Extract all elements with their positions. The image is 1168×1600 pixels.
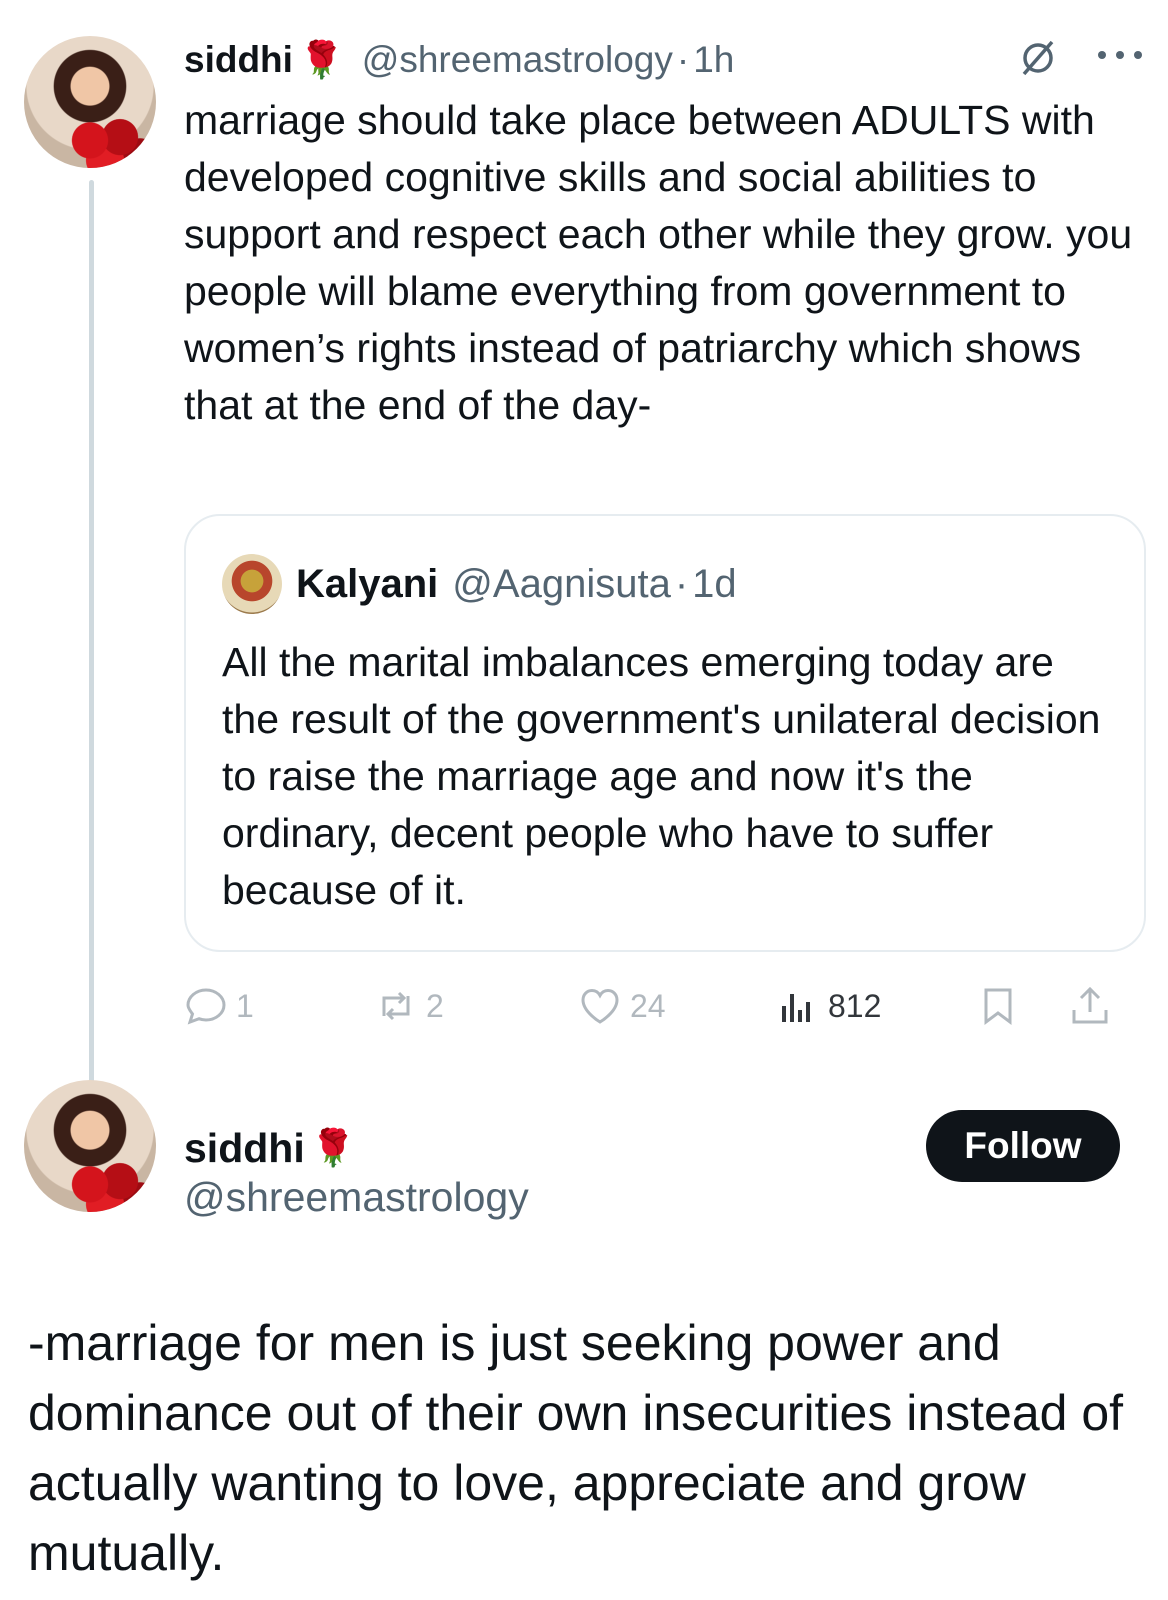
avatar-roses [60,1158,156,1212]
reply-count: 1 [236,987,254,1024]
quoted-author-handle[interactable]: @Aagnisuta [452,562,671,607]
quoted-timestamp[interactable]: 1d [692,562,737,607]
reply-button[interactable]: 1 [184,976,254,1036]
tweet-header: siddhi 🌹 @shreemastrology · 1h [184,30,734,90]
repost-button[interactable]: 2 [374,976,444,1036]
quoted-author-name[interactable]: Kalyani [296,562,438,607]
reply-icon [186,988,226,1025]
bookmark-button[interactable] [976,976,1020,1036]
repost-count: 2 [426,987,444,1024]
separator-dot: · [676,39,690,80]
author-name[interactable]: siddhi [184,1125,305,1172]
author-handle[interactable]: @shreemastrology [362,39,673,81]
separator-dot: · [674,561,689,606]
views-icon [782,994,810,1022]
author-row: siddhi 🌹 [184,1118,374,1178]
more-icon[interactable] [1092,40,1152,70]
grok-icon[interactable] [1016,36,1060,80]
quoted-tweet[interactable]: Kalyani @Aagnisuta · 1d All the marital … [184,514,1146,952]
like-button[interactable]: 24 [578,976,666,1036]
tweet-text: -marriage for men is just seeking power … [28,1315,1124,1581]
share-icon [1072,986,1108,1024]
quoted-text: All the marital imbalances emerging toda… [222,639,1101,913]
views-button[interactable]: 812 [776,976,881,1036]
bookmark-icon [984,988,1012,1025]
author-name[interactable]: siddhi [184,39,293,81]
quoted-header: Kalyani @Aagnisuta · 1d [296,554,737,614]
timestamp[interactable]: 1h [693,39,734,81]
thread-line [89,180,94,1092]
avatar[interactable] [24,1080,156,1212]
rose-emoji: 🌹 [298,39,344,80]
author-handle[interactable]: @shreemastrology [184,1174,529,1221]
avatar[interactable] [24,36,156,168]
tweet-text: marriage should take place between ADULT… [184,97,1133,428]
follow-button[interactable]: Follow [926,1110,1120,1182]
rose-emoji: 🌹 [310,1127,356,1168]
action-bar: 1 2 24 812 [184,976,1146,1036]
avatar-roses [60,114,156,168]
share-button[interactable] [1068,976,1112,1036]
like-count: 24 [630,987,666,1024]
heart-icon [581,988,619,1024]
views-count: 812 [828,987,882,1024]
quoted-avatar[interactable] [222,554,282,614]
repost-icon [382,991,410,1021]
